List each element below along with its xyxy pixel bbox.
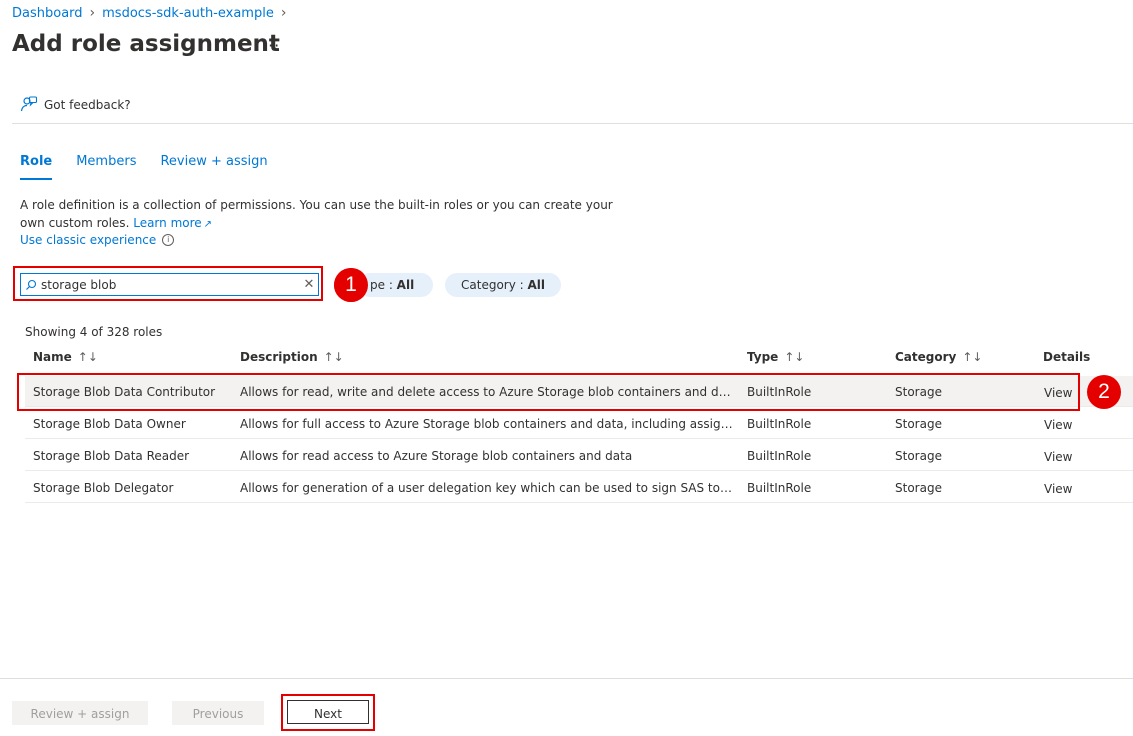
row-highlight-frame	[17, 373, 1080, 411]
table-row[interactable]: Storage Blob Data Reader Allows for read…	[25, 440, 1133, 471]
breadcrumb-resource-group[interactable]: msdocs-sdk-auth-example	[102, 6, 274, 21]
role-type: BuiltInRole	[747, 449, 812, 463]
role-description-cell: Allows for read access to Azure Storage …	[240, 449, 633, 463]
column-header-name[interactable]: Name ↑↓	[33, 350, 98, 364]
previous-button[interactable]: Previous	[172, 701, 264, 725]
role-name: Storage Blob Data Reader	[33, 449, 190, 463]
sort-icon: ↑↓	[784, 350, 805, 364]
role-category: Storage	[895, 417, 942, 431]
learn-more-link[interactable]: Learn more ↗	[133, 216, 212, 230]
classic-experience-link[interactable]: Use classic experience	[20, 233, 156, 247]
type-filter-value: All	[396, 278, 415, 292]
clear-icon[interactable]: ✕	[300, 277, 318, 292]
next-button[interactable]: Next	[287, 700, 369, 724]
column-type-label: Type	[747, 350, 779, 364]
column-category-label: Category	[895, 350, 957, 364]
column-header-type[interactable]: Type ↑↓	[747, 350, 804, 364]
column-header-details: Details	[1043, 350, 1091, 364]
view-details-link[interactable]: View	[1044, 482, 1072, 496]
sort-icon: ↑↓	[77, 350, 98, 364]
role-description-cell: Allows for generation of a user delegati…	[240, 481, 735, 495]
table-row[interactable]: Storage Blob Delegator Allows for genera…	[25, 472, 1133, 503]
classic-experience: Use classic experience i	[20, 233, 175, 247]
category-filter[interactable]: Category : All	[445, 273, 562, 297]
role-name: Storage Blob Data Owner	[33, 417, 186, 431]
role-category: Storage	[895, 449, 942, 463]
chevron-right-icon: ›	[89, 5, 96, 21]
tab-members[interactable]: Members	[76, 154, 136, 180]
external-link-icon: ↗	[203, 218, 213, 230]
page-title: Add role assignment	[12, 31, 280, 57]
role-description-text: A role definition is a collection of per…	[20, 198, 613, 230]
callout-badge-1-overlay: 1	[334, 268, 368, 302]
column-header-category[interactable]: Category ↑↓	[895, 350, 982, 364]
role-type: BuiltInRole	[747, 417, 812, 431]
view-details-link[interactable]: View	[1044, 450, 1072, 464]
breadcrumb-dashboard[interactable]: Dashboard	[12, 6, 83, 21]
footer-divider	[0, 678, 1133, 679]
chevron-right-icon: ›	[280, 5, 287, 21]
tab-bar: Role Members Review + assign	[20, 154, 268, 180]
column-header-description[interactable]: Description ↑↓	[240, 350, 344, 364]
tab-review-assign[interactable]: Review + assign	[160, 154, 267, 180]
breadcrumb: Dashboard › msdocs-sdk-auth-example ›	[12, 5, 293, 21]
sort-icon: ↑↓	[323, 350, 344, 364]
table-row[interactable]: Storage Blob Data Owner Allows for full …	[25, 408, 1133, 439]
type-filter-label: pe :	[370, 278, 397, 292]
role-name: Storage Blob Delegator	[33, 481, 174, 495]
view-details-link[interactable]: View	[1044, 418, 1072, 432]
feedback-icon	[20, 96, 37, 112]
feedback-label: Got feedback?	[44, 97, 131, 112]
role-category: Storage	[895, 481, 942, 495]
results-count: Showing 4 of 328 roles	[25, 325, 163, 339]
category-filter-label: Category :	[461, 278, 528, 292]
role-description: A role definition is a collection of per…	[20, 197, 630, 233]
callout-badge-2: 2	[1087, 375, 1121, 409]
tab-role[interactable]: Role	[20, 154, 53, 180]
divider	[12, 123, 1133, 124]
search-input[interactable]	[41, 277, 300, 292]
column-description-label: Description	[240, 350, 318, 364]
sort-icon: ↑↓	[962, 350, 983, 364]
column-name-label: Name	[33, 350, 72, 364]
search-box: ✕	[20, 273, 319, 296]
feedback-button[interactable]: Got feedback?	[20, 96, 131, 113]
search-icon	[26, 279, 37, 290]
role-type: BuiltInRole	[747, 481, 812, 495]
type-filter[interactable]: pe : All	[358, 273, 434, 297]
info-icon: i	[162, 234, 175, 246]
learn-more-label: Learn more	[133, 215, 202, 230]
category-filter-value: All	[527, 278, 546, 292]
role-description-cell: Allows for full access to Azure Storage …	[240, 417, 735, 431]
review-assign-button[interactable]: Review + assign	[12, 701, 148, 725]
more-options-icon[interactable]: ···	[262, 36, 280, 55]
